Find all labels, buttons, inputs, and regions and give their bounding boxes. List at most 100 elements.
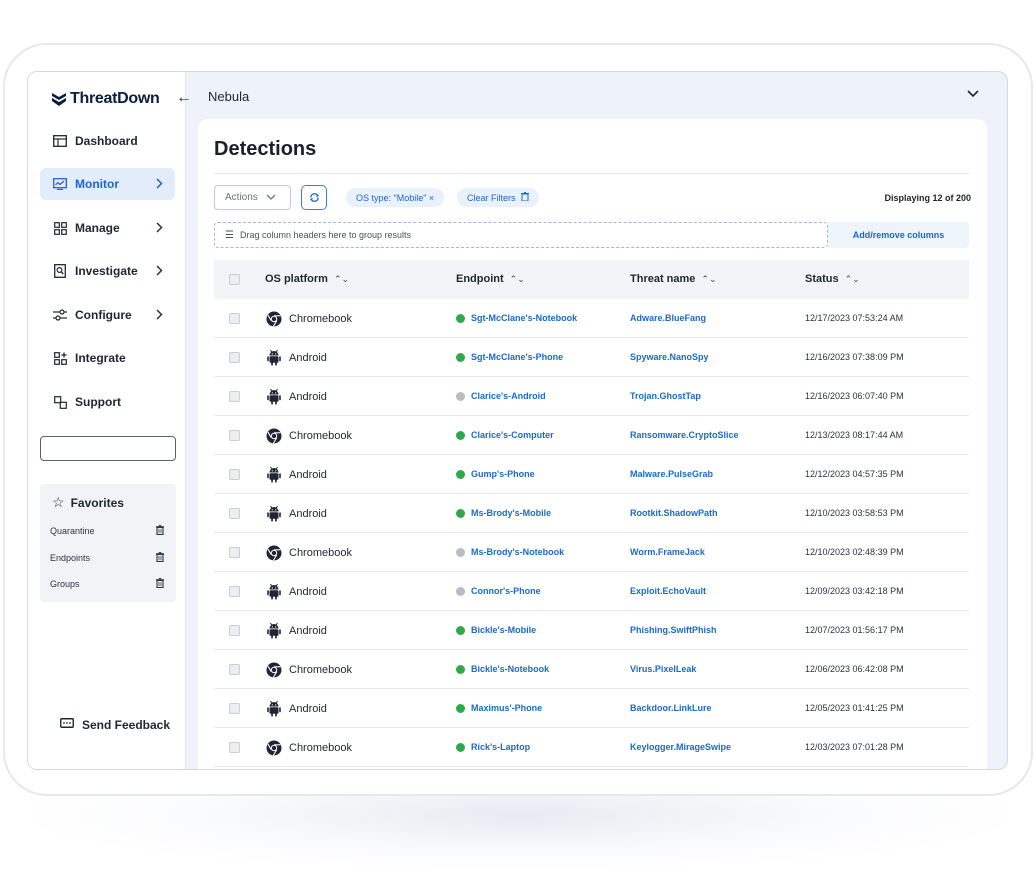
android-icon: [265, 466, 282, 483]
sidebar-item-support[interactable]: Support: [40, 386, 175, 418]
select-all-checkbox[interactable]: [229, 274, 240, 285]
column-header-endpoint[interactable]: Endpoint ⌃⌄: [456, 273, 525, 285]
sidebar-item-integrate[interactable]: Integrate: [40, 342, 175, 374]
android-icon: [265, 349, 282, 366]
collapse-sidebar-icon[interactable]: ←: [176, 89, 192, 107]
threat-name-link[interactable]: Ransomware.CryptoSlice: [630, 430, 739, 440]
favorites-panel: ☆ Favorites Quarantine Endpoints Groups: [40, 484, 176, 602]
os-platform-cell: Android: [265, 505, 327, 522]
column-header-status[interactable]: Status ⌃⌄: [805, 273, 860, 285]
table-row[interactable]: Android Clarice's-Android Trojan.GhostTap 1…: [214, 377, 969, 416]
row-checkbox[interactable]: [229, 508, 240, 519]
endpoint-link[interactable]: Ms-Brody's-Notebook: [456, 547, 564, 557]
status-dot: [456, 742, 465, 752]
os-type-filter-chip[interactable]: OS type: "Mobile" ×: [346, 188, 445, 207]
endpoint-link[interactable]: Sgt-McClane's-Phone: [456, 352, 563, 362]
logo-text: ThreatDown: [70, 90, 160, 107]
sidebar-item-investigate[interactable]: Investigate: [40, 255, 175, 287]
os-platform-cell: Chromebook: [265, 427, 352, 444]
row-checkbox[interactable]: [229, 547, 240, 558]
table-row[interactable]: Android Ms-Brody's-Mobile Rootkit.ShadowPa…: [214, 494, 969, 533]
row-checkbox[interactable]: [229, 469, 240, 480]
endpoint-link[interactable]: Ms-Brody's-Mobile: [456, 508, 551, 518]
threat-name-link[interactable]: Exploit.EchoVault: [630, 586, 706, 596]
threat-name-link[interactable]: Worm.FrameJack: [630, 547, 705, 557]
endpoint-link[interactable]: Clarice's-Android: [456, 391, 546, 401]
endpoint-link[interactable]: Bickle's-Mobile: [456, 625, 536, 635]
refresh-button[interactable]: [301, 185, 327, 210]
sidebar-item-manage[interactable]: Manage: [40, 212, 175, 244]
table-row[interactable]: Chromebook Bickle's-Notebook Virus.PixelLe…: [214, 650, 969, 689]
threat-name-link[interactable]: Malware.PulseGrab: [630, 469, 713, 479]
chevron-right-icon: [156, 263, 163, 279]
row-checkbox[interactable]: [229, 664, 240, 675]
android-icon: [265, 622, 282, 639]
column-header-os-platform[interactable]: OS platform ⌃⌄: [265, 273, 349, 285]
clear-filters-button[interactable]: Clear Filters: [457, 188, 539, 207]
threatdown-logo[interactable]: ThreatDown: [52, 88, 160, 110]
table-row[interactable]: Chromebook Ms-Brody's-Notebook Worm.FrameJ…: [214, 533, 969, 572]
table-row[interactable]: Android Connor's-Phone Exploit.EchoVault 12…: [214, 572, 969, 611]
threat-name-link[interactable]: Phishing.SwiftPhish: [630, 625, 717, 635]
favorite-item-groups[interactable]: Groups: [50, 578, 166, 591]
manage-icon: [53, 221, 67, 235]
sidebar: ThreatDown Dashboard Monitor Manage Investi…: [28, 72, 186, 769]
table-row[interactable]: Android Gump's-Phone Malware.PulseGrab 12/1…: [214, 455, 969, 494]
send-feedback-button[interactable]: Send Feedback: [60, 718, 170, 732]
os-platform-cell: Android: [265, 700, 327, 717]
os-platform-cell: Chromebook: [265, 544, 352, 561]
status-dot: [456, 430, 465, 440]
threat-name-link[interactable]: Keylogger.MirageSwipe: [630, 742, 731, 752]
table-row[interactable]: Android Sgt-McClane's-Phone Spyware.NanoSp…: [214, 338, 969, 377]
endpoint-link[interactable]: Bickle's-Notebook: [456, 664, 549, 674]
group-by-dropzone[interactable]: ☰ Drag column headers here to group resu…: [214, 222, 828, 248]
threat-name-link[interactable]: Backdoor.LinkLure: [630, 703, 712, 713]
add-remove-columns-button[interactable]: Add/remove columns: [828, 222, 969, 248]
status-dot: [456, 391, 465, 401]
sidebar-search-input[interactable]: [40, 436, 176, 461]
row-checkbox[interactable]: [229, 703, 240, 714]
threat-name-link[interactable]: Trojan.GhostTap: [630, 391, 701, 401]
endpoint-link[interactable]: Gump's-Phone: [456, 469, 535, 479]
table-row[interactable]: Android Maximus'-Phone Backdoor.LinkLure 12…: [214, 689, 969, 728]
favorite-item-quarantine[interactable]: Quarantine: [50, 525, 166, 538]
trash-icon[interactable]: [156, 525, 164, 538]
row-checkbox[interactable]: [229, 352, 240, 363]
table-row[interactable]: Chromebook Clarice's-Computer Ransomware.C…: [214, 416, 969, 455]
row-checkbox[interactable]: [229, 625, 240, 636]
status-timestamp: 12/10/2023 03:58:53 PM: [805, 508, 904, 518]
trash-icon[interactable]: [156, 552, 164, 565]
integrate-icon: [53, 351, 67, 365]
actions-dropdown[interactable]: Actions: [214, 185, 291, 210]
status-timestamp: 12/16/2023 07:38:09 PM: [805, 352, 904, 362]
chevron-down-icon[interactable]: [967, 85, 979, 101]
sidebar-item-monitor[interactable]: Monitor: [40, 168, 175, 200]
support-icon: [53, 395, 67, 409]
table-row[interactable]: Android Bickle's-Mobile Phishing.SwiftPhis…: [214, 611, 969, 650]
favorite-item-endpoints[interactable]: Endpoints: [50, 552, 166, 565]
threat-name-link[interactable]: Adware.BlueFang: [630, 313, 706, 323]
row-checkbox[interactable]: [229, 430, 240, 441]
status-timestamp: 12/06/2023 06:42:08 PM: [805, 664, 904, 674]
row-checkbox[interactable]: [229, 313, 240, 324]
endpoint-link[interactable]: Sgt-McClane's-Notebook: [456, 313, 577, 323]
endpoint-link[interactable]: Clarice's-Computer: [456, 430, 554, 440]
row-checkbox[interactable]: [229, 391, 240, 402]
sidebar-item-label: Support: [75, 395, 121, 409]
trash-icon[interactable]: [156, 578, 164, 591]
endpoint-link[interactable]: Rick's-Laptop: [456, 742, 530, 752]
threat-name-link[interactable]: Rootkit.ShadowPath: [630, 508, 718, 518]
sidebar-item-dashboard[interactable]: Dashboard: [40, 125, 175, 157]
sidebar-item-configure[interactable]: Configure: [40, 299, 175, 331]
table-row[interactable]: Chromebook Rick's-Laptop Keylogger.MirageS…: [214, 728, 969, 767]
endpoint-link[interactable]: Maximus'-Phone: [456, 703, 542, 713]
threat-name-link[interactable]: Virus.PixelLeak: [630, 664, 696, 674]
os-platform-cell: Chromebook: [265, 739, 352, 756]
threat-name-link[interactable]: Spyware.NanoSpy: [630, 352, 709, 362]
endpoint-link[interactable]: Connor's-Phone: [456, 586, 541, 596]
table-row[interactable]: Chromebook Sgt-McClane's-Notebook Adware.B…: [214, 299, 969, 338]
page-title: Detections: [214, 138, 317, 160]
row-checkbox[interactable]: [229, 742, 240, 753]
row-checkbox[interactable]: [229, 586, 240, 597]
column-header-threat-name[interactable]: Threat name ⌃⌄: [630, 273, 717, 285]
